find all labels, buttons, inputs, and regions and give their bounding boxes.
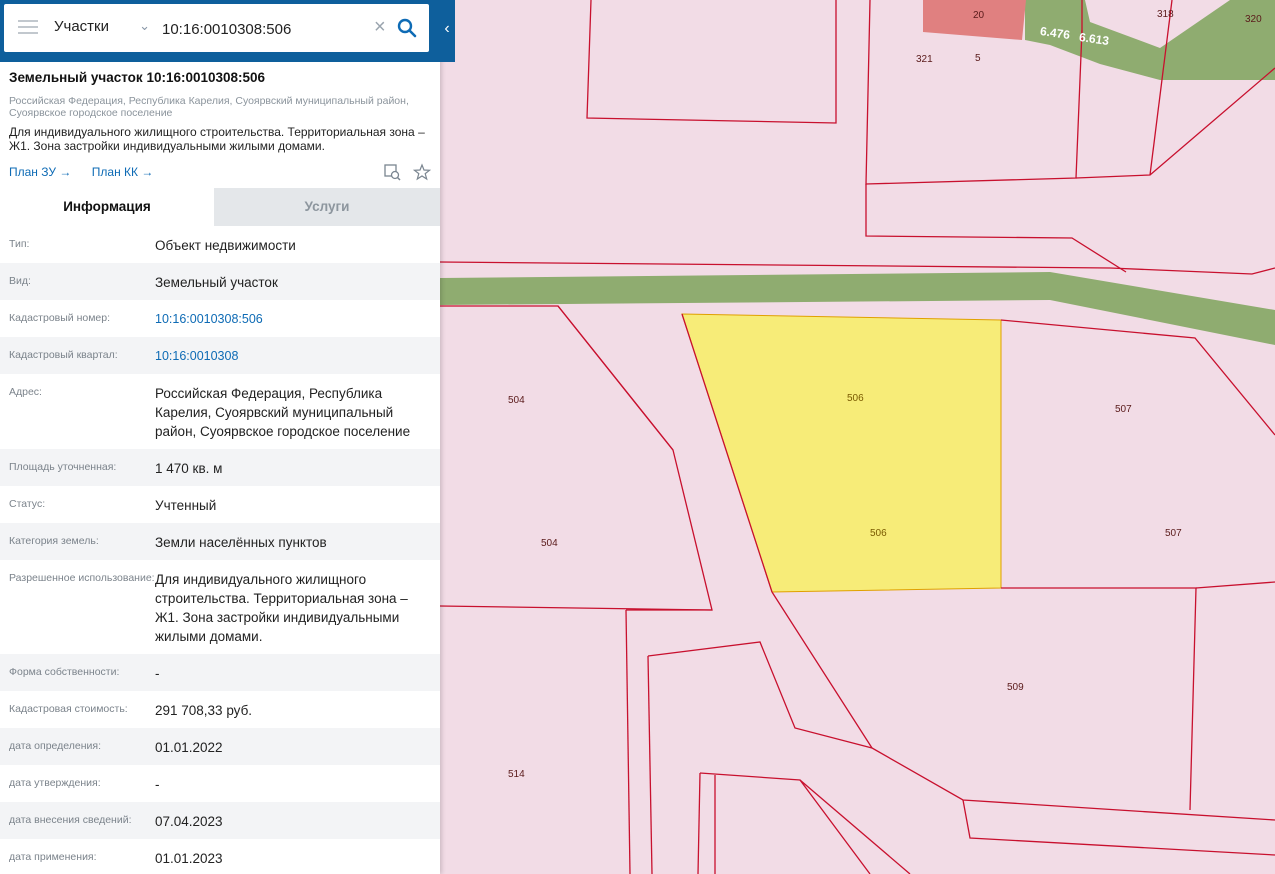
info-value: 01.01.2023 — [155, 851, 223, 866]
info-label: Форма собственности: — [9, 666, 120, 678]
info-row: Разрешенное использование: Для индивидуал… — [0, 560, 440, 654]
info-label: Разрешенное использование: — [9, 572, 155, 584]
map-search-icon[interactable] — [383, 163, 401, 181]
close-icon[interactable]: × — [374, 16, 386, 38]
info-value: Российская Федерация, Республика Карелия… — [155, 386, 411, 439]
tab-bar: Информация Услуги — [0, 188, 440, 226]
info-row: дата внесения сведений: 07.04.2023 — [0, 802, 440, 839]
info-label: Кадастровый номер: — [9, 312, 111, 324]
header-actions — [375, 163, 432, 181]
tab-services[interactable]: Услуги — [214, 188, 440, 226]
info-label: Статус: — [9, 498, 46, 510]
info-value: Для индивидуального жилищного строительс… — [155, 572, 408, 644]
info-value: 07.04.2023 — [155, 814, 223, 829]
object-title: Земельный участок 10:16:0010308:506 — [9, 70, 266, 85]
info-row: Адрес: Российская Федерация, Республика К… — [0, 374, 440, 449]
info-label: дата внесения сведений: — [9, 814, 132, 826]
header-links: План ЗУ → План КК → — [9, 163, 432, 181]
parcel-label: 506 — [870, 528, 887, 539]
info-label: Кадастровый квартал: — [9, 349, 118, 361]
info-label: Адрес: — [9, 386, 42, 398]
search-bar: Участки ⌄ × ‹ — [0, 0, 455, 62]
search-type-label: Участки — [54, 18, 109, 35]
info-value: 291 708,33 руб. — [155, 703, 253, 718]
info-value: Учтенный — [155, 498, 217, 513]
search-box: Участки ⌄ × — [4, 4, 429, 52]
info-label: дата определения: — [9, 740, 102, 752]
cadastral-number-link[interactable]: 10:16:0010308:506 — [155, 310, 431, 329]
object-address: Российская Федерация, Республика Карелия… — [9, 95, 409, 119]
info-panel: Земельный участок 10:16:0010308:506 Росс… — [0, 0, 440, 874]
info-value: - — [155, 777, 160, 792]
parcel-label: 514 — [508, 769, 525, 780]
info-value: Земли населённых пунктов — [155, 535, 327, 550]
parcel-label: 5 — [975, 53, 981, 64]
info-value: 01.01.2022 — [155, 740, 223, 755]
parcel-label: 504 — [508, 395, 525, 406]
info-value: 1 470 кв. м — [155, 461, 223, 476]
info-label: Тип: — [9, 238, 30, 250]
plan-zu-link[interactable]: План ЗУ → — [9, 165, 71, 179]
tab-information[interactable]: Информация — [0, 188, 214, 226]
chevron-left-icon[interactable]: ‹ — [440, 18, 454, 40]
parcel-label: 321 — [916, 54, 933, 65]
info-row: Форма собственности: - — [0, 654, 440, 691]
info-label: Кадастровая стоимость: — [9, 703, 128, 715]
info-row: Тип: Объект недвижимости — [0, 226, 440, 263]
info-value: Объект недвижимости — [155, 238, 296, 253]
hamburger-icon[interactable] — [18, 20, 38, 36]
info-label: Вид: — [9, 275, 31, 287]
info-label: Категория земель: — [9, 535, 99, 547]
info-row: дата определения: 01.01.2022 — [0, 728, 440, 765]
info-label: дата применения: — [9, 851, 97, 863]
info-row: Категория земель: Земли населённых пункто… — [0, 523, 440, 560]
search-type-select[interactable]: Участки ⌄ — [54, 18, 154, 40]
parcel-label: 507 — [1115, 404, 1132, 415]
info-table: Тип: Объект недвижимости Вид: Земельный уч… — [0, 226, 440, 874]
star-icon[interactable] — [412, 163, 432, 181]
info-row: дата утверждения: - — [0, 765, 440, 802]
info-value: Земельный участок — [155, 275, 278, 290]
info-row: дата применения: 01.01.2023 — [0, 839, 440, 874]
parcel-label: 320 — [1245, 14, 1262, 25]
info-label: Площадь уточненная: — [9, 461, 117, 473]
parcel-label: 20 — [973, 10, 985, 21]
info-row: Кадастровая стоимость: 291 708,33 руб. — [0, 691, 440, 728]
chevron-down-icon: ⌄ — [139, 18, 150, 33]
parcel-label: 506 — [847, 393, 864, 404]
parcel-label: 507 — [1165, 528, 1182, 539]
cadastral-quarter-link[interactable]: 10:16:0010308 — [155, 347, 431, 366]
info-row: Вид: Земельный участок — [0, 263, 440, 300]
plan-kk-link[interactable]: План КК → — [92, 165, 154, 179]
parcel-label: 318 — [1157, 9, 1174, 20]
info-row: Статус: Учтенный — [0, 486, 440, 523]
search-icon[interactable] — [396, 17, 418, 39]
object-header: Земельный участок 10:16:0010308:506 Росс… — [0, 62, 440, 189]
info-label: дата утверждения: — [9, 777, 101, 789]
parcel-label: 504 — [541, 538, 558, 549]
parcel-label: 509 — [1007, 682, 1024, 693]
info-row: Площадь уточненная: 1 470 кв. м — [0, 449, 440, 486]
info-row: Кадастровый квартал: 10:16:0010308 — [0, 337, 440, 374]
info-value: - — [155, 666, 160, 681]
search-input[interactable] — [162, 16, 362, 42]
info-row: Кадастровый номер: 10:16:0010308:506 — [0, 300, 440, 337]
object-purpose: Для индивидуального жилищного строительс… — [9, 125, 425, 153]
